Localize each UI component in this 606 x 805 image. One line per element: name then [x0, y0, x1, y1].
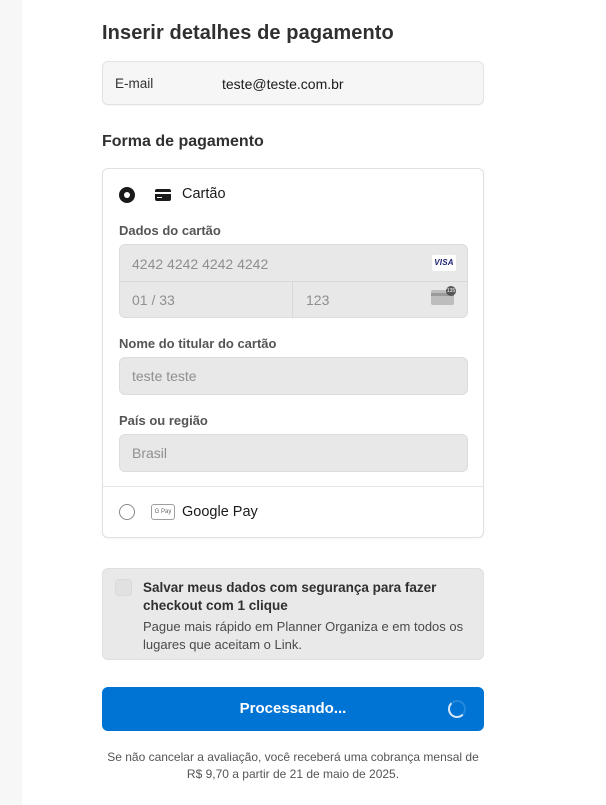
email-field[interactable]: E-mail teste@teste.com.br [102, 61, 484, 105]
country-value: Brasil [132, 445, 168, 461]
visa-logo-icon: VISA [432, 255, 456, 271]
country-label: País ou região [119, 413, 208, 428]
card-radio-button[interactable] [119, 187, 135, 203]
cvc-badge-icon: 135 [446, 286, 456, 296]
page-title: Inserir detalhes de pagamento [102, 22, 394, 44]
google-pay-label[interactable]: Google Pay [182, 504, 258, 520]
save-details-checkbox[interactable] [115, 579, 132, 596]
payment-option-divider [103, 486, 483, 487]
card-details-label: Dados do cartão [119, 223, 221, 238]
cardholder-label: Nome do titular do cartão [119, 336, 277, 351]
card-details-group: 4242 4242 4242 4242 VISA 01 / 33 123 135 [119, 244, 468, 318]
card-divider [120, 281, 467, 282]
link-save-description: Pague mais rápido em Planner Organiza e … [143, 619, 464, 652]
google-pay-icon: G Pay [151, 504, 175, 520]
link-save-title: Salvar meus dados com segurança para faz… [143, 580, 437, 613]
cardholder-name-value: teste teste [132, 368, 197, 384]
card-divider-vertical [292, 281, 293, 318]
email-label: E-mail [115, 76, 154, 91]
loading-spinner-icon [448, 700, 466, 718]
card-number-input[interactable]: 4242 4242 4242 4242 [132, 256, 268, 272]
payment-method-box: Cartão Dados do cartão 4242 4242 4242 42… [102, 168, 484, 538]
email-value: teste@teste.com.br [222, 76, 344, 92]
google-pay-radio-button[interactable] [119, 504, 135, 520]
link-save-box: Salvar meus dados com segurança para faz… [102, 568, 484, 660]
submit-button-label: Processando... [239, 700, 347, 717]
submit-button[interactable]: Processando... [102, 687, 484, 731]
card-option-label[interactable]: Cartão [182, 186, 226, 202]
cardholder-name-input[interactable]: teste teste [119, 357, 468, 395]
card-expiry-input[interactable]: 01 / 33 [132, 292, 175, 308]
trial-billing-note: Se não cancelar a avaliação, você recebe… [107, 750, 479, 781]
card-cvc-input[interactable]: 123 [306, 292, 329, 308]
payment-method-title: Forma de pagamento [102, 133, 264, 150]
left-panel-edge [0, 0, 22, 805]
credit-card-icon [155, 189, 171, 201]
country-select[interactable]: Brasil [119, 434, 468, 472]
